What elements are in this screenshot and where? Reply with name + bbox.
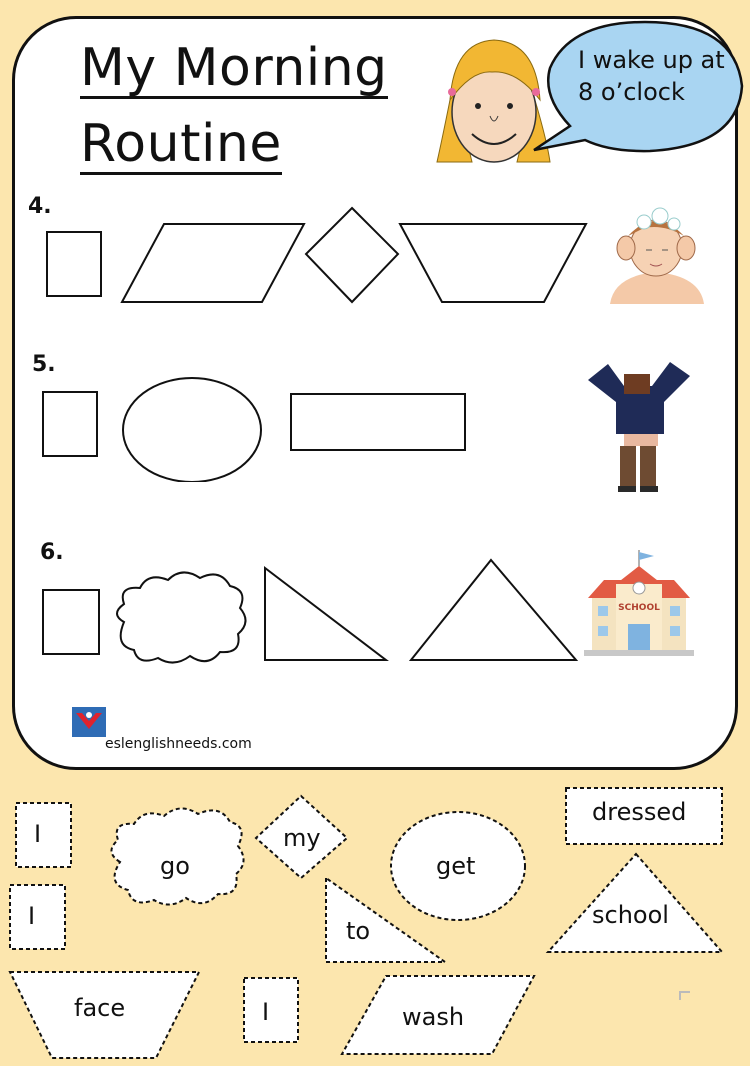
word-go[interactable]: go (160, 852, 190, 880)
title-line-2: Routine (80, 114, 282, 175)
row6-right-triangle (264, 565, 389, 661)
word-school[interactable]: school (592, 901, 669, 929)
washing-face-picture (610, 207, 704, 304)
word-face[interactable]: face (74, 994, 125, 1022)
word-i-1[interactable]: I (34, 820, 41, 848)
row6-triangle (408, 558, 579, 661)
row4-diamond (304, 206, 400, 304)
shapes-row-4 (46, 206, 588, 304)
word-get[interactable]: get (436, 852, 475, 880)
getting-dressed-picture (588, 362, 690, 492)
site-logo (72, 707, 106, 737)
row6-cloud (116, 571, 247, 664)
card-i-1 (15, 802, 72, 868)
card-i-2 (9, 884, 66, 950)
school-picture: SCHOOL (584, 550, 694, 656)
row4-trapezoid (398, 223, 588, 303)
website-text: eslenglishneeds.com (105, 736, 252, 752)
row5-oval (122, 377, 262, 482)
shapes-row-6 (42, 558, 579, 664)
title-line-1: My Morning (80, 38, 388, 99)
word-i-3[interactable]: I (262, 998, 269, 1026)
word-wash[interactable]: wash (402, 1003, 464, 1031)
school-sign-text: SCHOOL (618, 603, 660, 613)
word-to[interactable]: to (346, 917, 370, 945)
word-i-2[interactable]: I (28, 902, 35, 930)
word-dressed[interactable]: dressed (592, 798, 686, 826)
card-i-3 (243, 977, 299, 1043)
word-my[interactable]: my (283, 824, 321, 852)
shapes-row-5 (42, 377, 466, 482)
speech-bubble-text: I wake up at 8 o’clock (578, 46, 725, 106)
row4-parallelogram (120, 223, 306, 303)
row5-rectangle (290, 393, 466, 451)
